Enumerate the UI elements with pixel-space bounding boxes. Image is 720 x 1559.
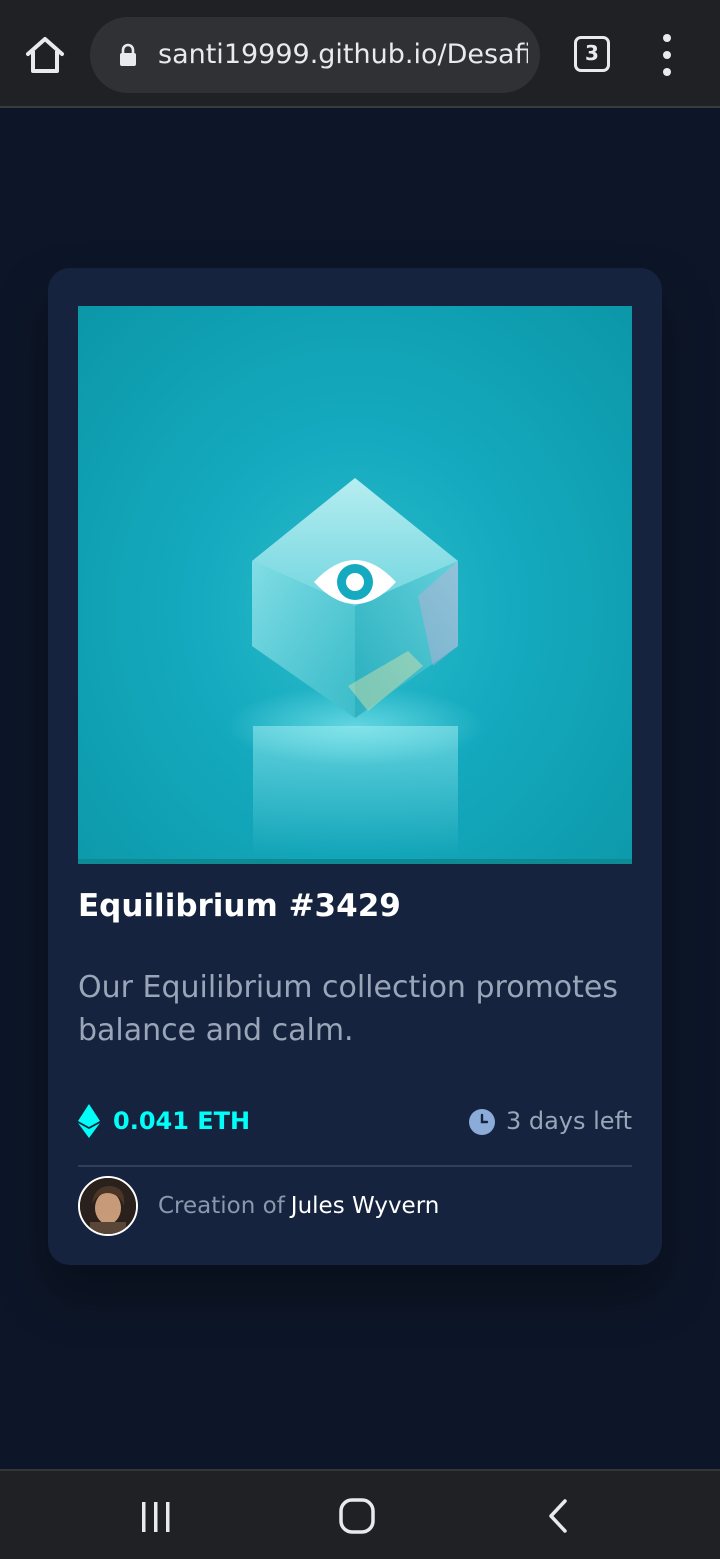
home-button[interactable] [22,32,68,78]
nft-card: Equilibrium #3429 Our Equilibrium collec… [48,268,662,1265]
address-bar[interactable]: santi19999.github.io/Desafi [90,17,540,93]
home-icon [26,37,64,73]
lock-icon [120,43,136,66]
nft-description: Our Equilibrium collection promotes bala… [78,970,618,1048]
url-text: santi19999.github.io/Desafi [158,39,528,70]
creator-name-link[interactable]: Jules Wyvern [291,1193,440,1219]
creator-avatar-image [80,1178,136,1234]
home-circle-icon[interactable] [338,1497,376,1535]
avatar [78,1176,138,1236]
nft-title[interactable]: Equilibrium #3429 [78,888,401,924]
back-icon[interactable] [540,1497,576,1535]
creator-prefix: Creation of [158,1193,285,1219]
card-divider [78,1165,632,1167]
recents-icon[interactable] [136,1499,176,1535]
creator-line: Creation of Jules Wyvern [158,1176,439,1236]
system-navigation-bar [0,1469,720,1559]
browser-toolbar: santi19999.github.io/Desafi 3 [0,0,720,108]
tab-switcher-button[interactable]: 3 [574,36,610,72]
price-value: 0.041 ETH [113,1107,251,1135]
equilibrium-cube-image [225,478,485,856]
ethereum-icon [78,1104,100,1138]
price-row: 0.041 ETH 3 days left [78,1104,632,1140]
time-left: 3 days left [505,1107,632,1135]
nft-image[interactable] [78,306,632,864]
more-vert-icon[interactable] [656,34,678,76]
clock-icon [469,1109,495,1135]
